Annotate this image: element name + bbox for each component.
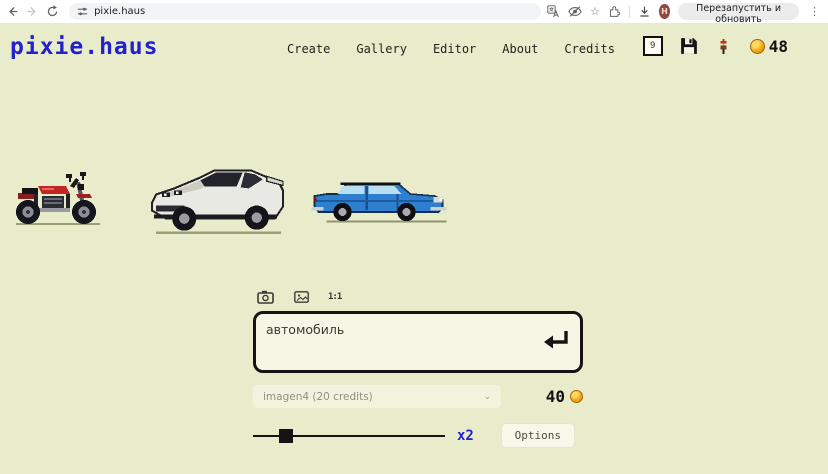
nav-item-gallery[interactable]: Gallery	[356, 42, 407, 56]
pixie-haus-page: pixie.haus ☆ Н Перезапустить и обновить …	[0, 0, 828, 474]
site-header: pixie.haus Create Gallery Editor About C…	[0, 24, 828, 76]
nav-item-about[interactable]: About	[502, 42, 538, 56]
extensions-icon[interactable]	[608, 4, 621, 20]
header-status-icons: 9 48	[643, 36, 788, 56]
scale-multiplier-label: x2	[457, 428, 474, 444]
pixel-figure-icon[interactable]	[715, 38, 733, 54]
generated-image-motorcycle[interactable]	[8, 170, 104, 228]
enter-arrow-icon	[542, 328, 570, 352]
scale-slider[interactable]	[253, 429, 445, 443]
main-nav: Create Gallery Editor About Credits	[287, 42, 615, 56]
forward-icon[interactable]	[26, 4, 40, 20]
translate-icon[interactable]	[547, 4, 560, 20]
generated-image-sports-car[interactable]	[150, 162, 287, 237]
aspect-ratio-icon[interactable]: 1:1	[328, 292, 341, 302]
address-bar[interactable]: pixie.haus	[69, 3, 541, 20]
options-button[interactable]: Options	[501, 423, 575, 448]
site-logo[interactable]: pixie.haus	[10, 34, 158, 60]
bookmark-star-icon[interactable]: ☆	[590, 5, 600, 18]
save-floppy-icon[interactable]	[680, 38, 698, 54]
download-icon[interactable]	[638, 4, 651, 20]
profile-avatar[interactable]: Н	[659, 4, 670, 19]
nav-item-credits[interactable]: Credits	[564, 42, 615, 56]
chevron-down-icon: ⌄	[483, 392, 491, 402]
generation-counter-box[interactable]: 9	[643, 36, 663, 56]
cost-coin-icon	[570, 390, 583, 403]
coin-icon	[750, 39, 765, 54]
url-text: pixie.haus	[94, 3, 145, 20]
model-selected-option: imagen4 (20 credits)	[263, 391, 373, 403]
model-row: imagen4 (20 credits) ⌄ 40	[253, 385, 583, 408]
credits-balance: 48	[750, 37, 788, 56]
prompt-box: автомобиль	[253, 311, 583, 373]
model-select[interactable]: imagen4 (20 credits) ⌄	[253, 385, 501, 408]
preview-eye-off-icon[interactable]	[568, 4, 582, 20]
prompt-input[interactable]: автомобиль	[266, 322, 536, 366]
back-icon[interactable]	[6, 4, 20, 20]
nav-item-create[interactable]: Create	[287, 42, 330, 56]
generated-image-sedan[interactable]	[310, 176, 447, 224]
restart-update-button[interactable]: Перезапустить и обновить	[678, 3, 799, 20]
generation-cost: 40	[546, 387, 583, 406]
browser-actions: ☆ Н Перезапустить и обновить ⋮	[547, 3, 822, 20]
nav-item-editor[interactable]: Editor	[433, 42, 476, 56]
toolbar-divider	[629, 6, 630, 18]
camera-icon[interactable]	[256, 289, 274, 305]
image-icon[interactable]	[292, 289, 310, 305]
site-settings-icon[interactable]	[77, 6, 88, 17]
scale-row: x2 Options	[253, 424, 583, 447]
reload-icon[interactable]	[45, 4, 59, 20]
cost-amount: 40	[546, 387, 565, 406]
credits-amount: 48	[769, 37, 788, 56]
prompt-tools: 1:1	[256, 289, 341, 305]
slider-thumb[interactable]	[279, 429, 293, 443]
submit-enter-button[interactable]	[542, 328, 570, 352]
browser-toolbar: pixie.haus ☆ Н Перезапустить и обновить …	[0, 0, 828, 24]
browser-menu-icon[interactable]: ⋮	[807, 4, 822, 20]
